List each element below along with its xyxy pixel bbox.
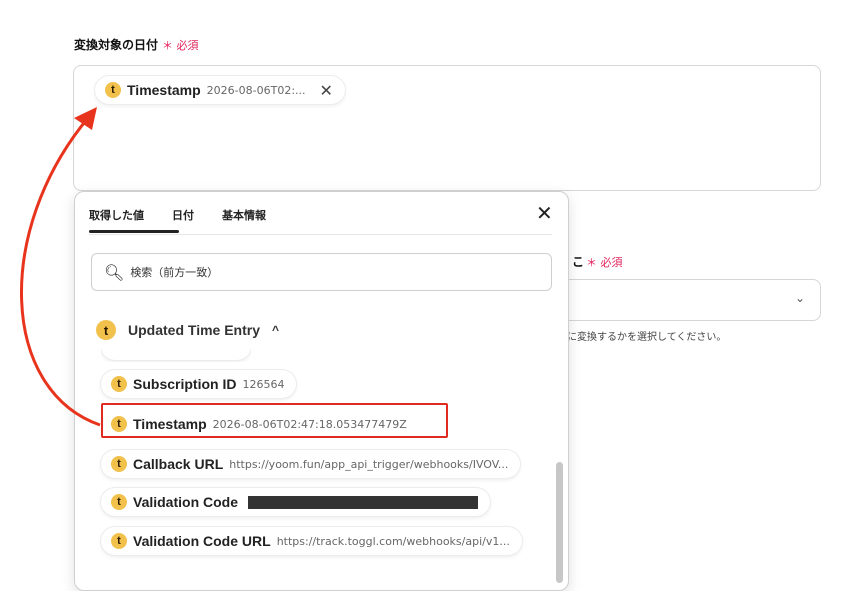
annotation-arrow [19,107,101,427]
arrow-curve [19,117,101,427]
arrow-head [74,107,97,130]
